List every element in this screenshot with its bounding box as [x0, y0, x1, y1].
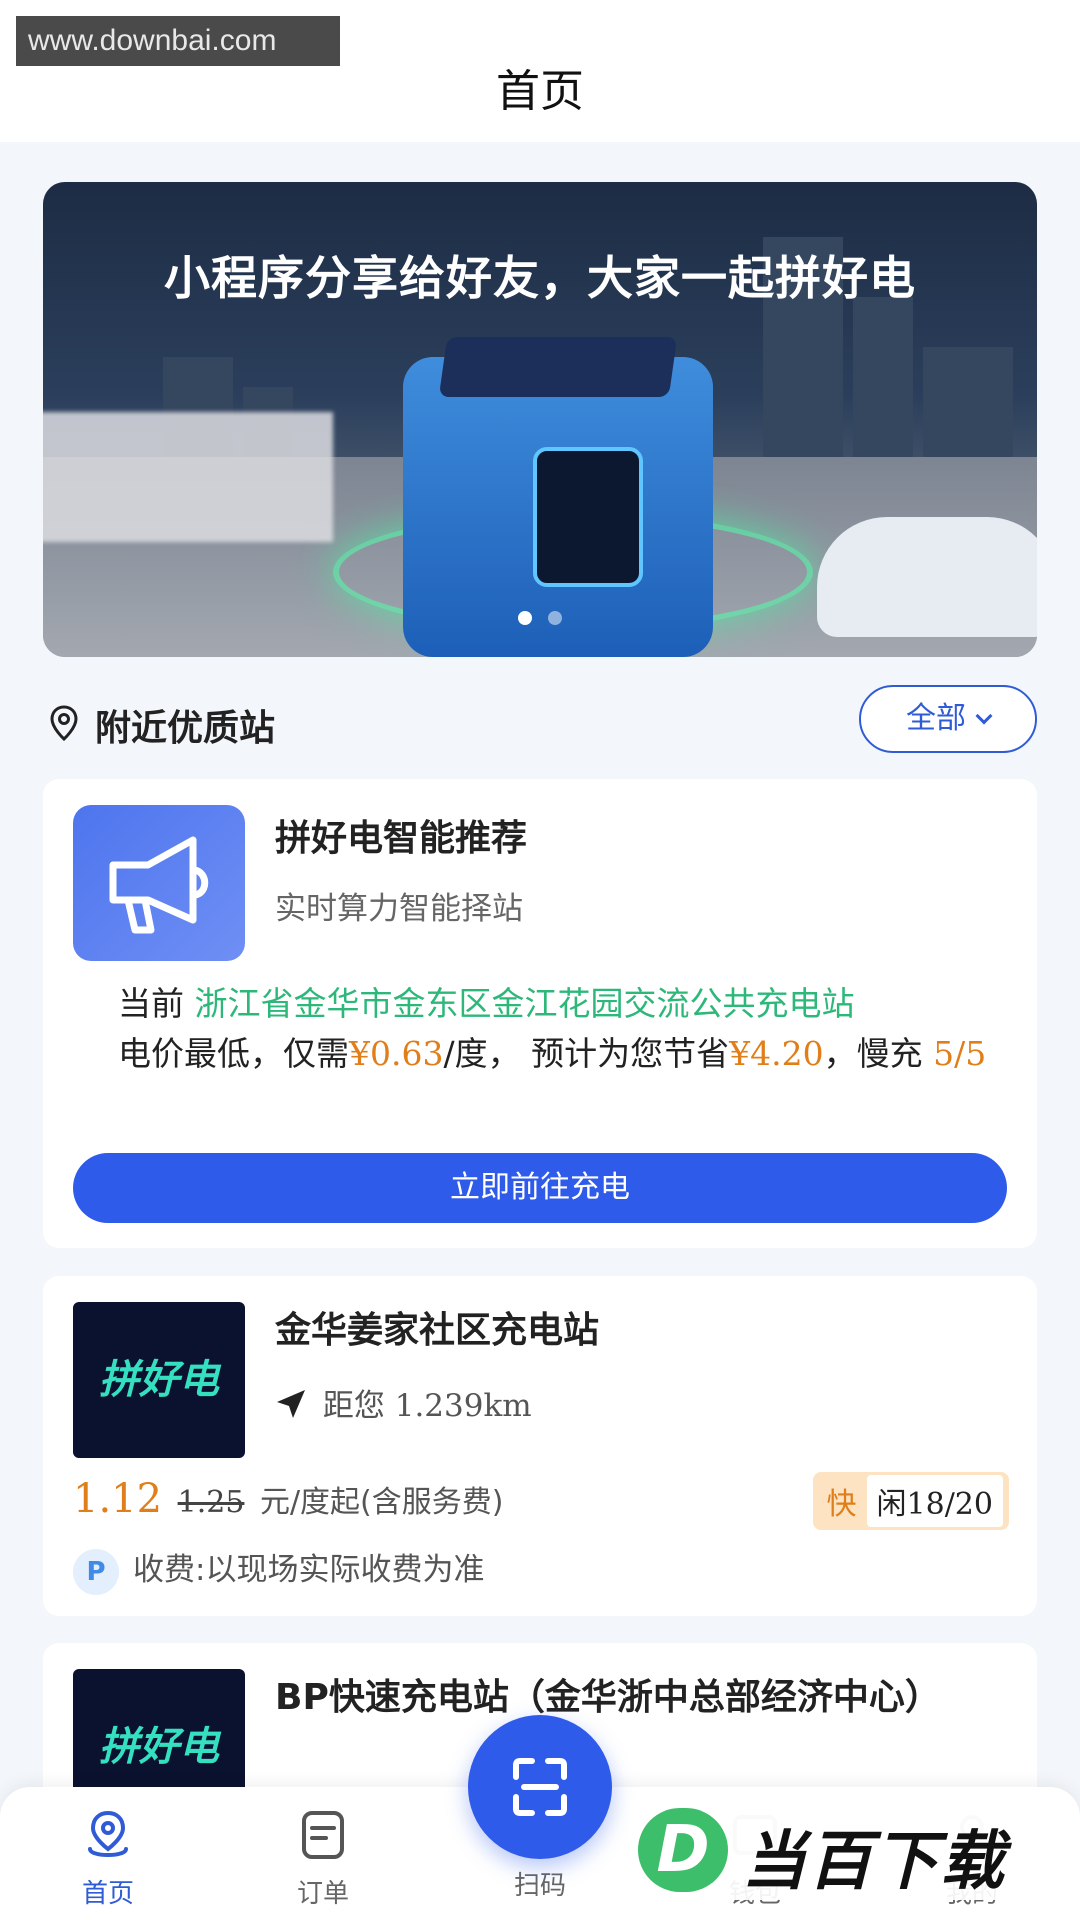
desc-text: ，慢充: [823, 1034, 923, 1073]
tab-label: 扫码: [513, 1871, 566, 1901]
desc-text: 当前: [118, 984, 184, 1023]
price-unit: 元/度起(含服务费): [259, 1485, 504, 1520]
availability-badge: 快 闲18/20: [812, 1472, 1009, 1530]
station-card[interactable]: 拼好电 金华姜家社区充电站 距您 1.239km 1.12 1.25 元/度起(…: [43, 1276, 1037, 1616]
go-charge-button[interactable]: 立即前往充电: [73, 1153, 1007, 1223]
site-watermark: www.downbai.com: [16, 16, 340, 66]
order-list-icon: [302, 1811, 344, 1859]
carousel-dot[interactable]: [548, 611, 562, 625]
chevron-down-icon: [975, 707, 993, 725]
fee-row: P 收费:以现场实际收费为准: [73, 1544, 484, 1595]
recommended-station-link[interactable]: 浙江省金华市金东区金江花园交流公共充电站: [195, 984, 855, 1023]
filter-label: 全部: [906, 701, 966, 736]
charger-screen-shape: [533, 447, 643, 587]
parking-icon: P: [73, 1548, 119, 1595]
promo-banner[interactable]: 小程序分享给好友，大家一起拼好电: [43, 182, 1037, 657]
desc-text: 电价最低，仅需: [118, 1034, 349, 1073]
scan-icon: [513, 1758, 567, 1816]
station-name: 金华姜家社区充电站: [275, 1310, 600, 1351]
location-pin-icon: [88, 1810, 128, 1857]
tab-label: 订单: [296, 1879, 349, 1909]
speed-tag: 快: [826, 1487, 857, 1522]
desc-text: 预计为您节省: [531, 1034, 730, 1073]
watermark-logo: D: [638, 1808, 728, 1892]
carousel-dots: [43, 610, 1037, 629]
slow-charge-count: 5/5: [933, 1034, 987, 1073]
download-site-watermark: D 当百下载: [630, 1800, 1060, 1900]
station-logo: 拼好电: [73, 1302, 245, 1458]
navigation-arrow-icon: [277, 1390, 305, 1418]
saving-amount: ¥4.20: [729, 1034, 824, 1073]
location-pin-icon: [50, 705, 78, 741]
watermark-text: 当百下载: [742, 1825, 1006, 1899]
solar-panel-shape: [438, 337, 678, 397]
lowest-price: ¥0.63: [349, 1034, 444, 1073]
section-title: 附近优质站: [95, 708, 276, 749]
banner-headline: 小程序分享给好友，大家一起拼好电: [164, 251, 916, 305]
station-name: BP快速充电站（金华浙中总部经济中心）: [275, 1677, 941, 1718]
nearby-section-header: 附近优质站 全部: [43, 685, 1037, 755]
recommend-title: 拼好电智能推荐: [275, 818, 528, 859]
megaphone-icon: [73, 805, 245, 961]
tab-label: 首页: [81, 1879, 134, 1909]
current-price: 1.12: [73, 1476, 163, 1522]
distance-label: 距您: [322, 1388, 385, 1424]
original-price: 1.25: [177, 1485, 245, 1520]
tab-scan-label[interactable]: 扫码: [480, 1865, 600, 1902]
price-row: 1.12 1.25 元/度起(含服务费): [73, 1476, 503, 1522]
distance-value: 1.239km: [394, 1388, 532, 1424]
station-distance: 距您 1.239km: [275, 1380, 532, 1425]
tab-order[interactable]: 订单: [263, 1807, 383, 1910]
recommend-subtitle: 实时算力智能择站: [275, 891, 523, 927]
blurred-region: [43, 412, 333, 542]
recommend-description: 当前 浙江省金华市金东区金江花园交流公共充电站 电价最低，仅需¥0.63/度， …: [118, 979, 998, 1079]
carousel-dot[interactable]: [518, 611, 532, 625]
smart-recommend-card: 拼好电智能推荐 实时算力智能择站 当前 浙江省金华市金东区金江花园交流公共充电站…: [43, 779, 1037, 1248]
building-shape: [853, 297, 913, 477]
desc-text: /度，: [443, 1034, 521, 1073]
tab-home[interactable]: 首页: [48, 1807, 168, 1910]
availability-count: 闲18/20: [866, 1475, 1003, 1527]
filter-dropdown[interactable]: 全部: [859, 685, 1037, 753]
scan-button[interactable]: [468, 1715, 612, 1859]
fee-text: 收费:以现场实际收费为准: [133, 1552, 485, 1588]
